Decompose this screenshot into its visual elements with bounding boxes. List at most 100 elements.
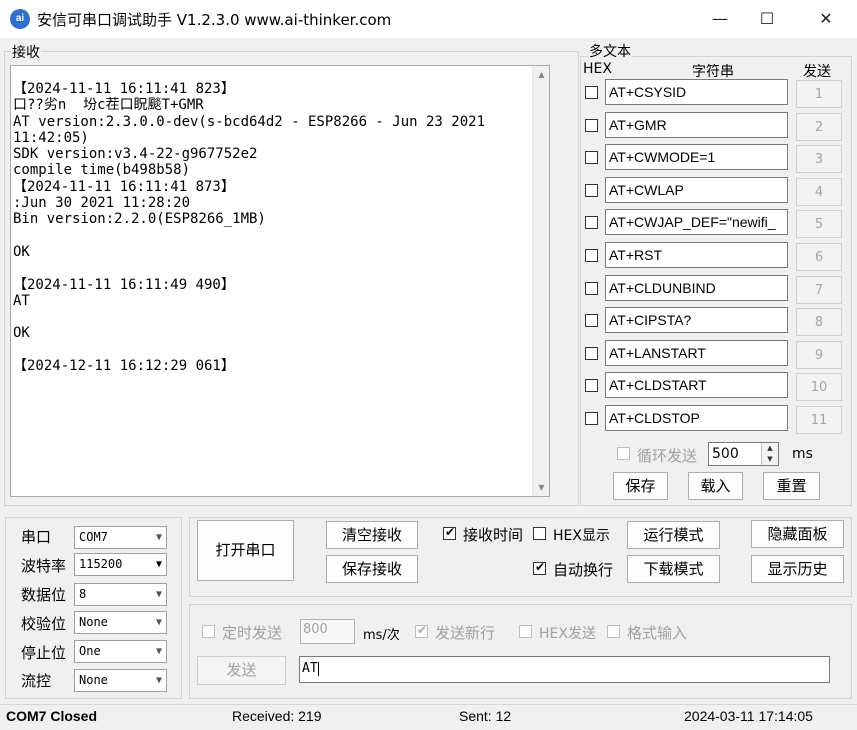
close-icon: ✕ <box>819 9 833 28</box>
multi-string-input[interactable]: AT+CSYSID <box>605 79 788 105</box>
format-input-label: 格式输入 <box>627 624 688 642</box>
hex-display-checkbox[interactable] <box>533 527 546 540</box>
multi-send-button[interactable]: 10 <box>796 373 842 402</box>
loop-send-checkbox[interactable] <box>617 447 630 460</box>
multi-hex-checkbox[interactable] <box>585 346 598 360</box>
multi-send-button[interactable]: 11 <box>796 406 842 434</box>
hide-panel-button[interactable]: 隐藏面板 <box>751 520 844 548</box>
load-multi-button[interactable]: 载入 <box>688 472 743 500</box>
minimize-icon: — <box>712 9 728 28</box>
open-port-button[interactable]: 打开串口 <box>197 520 294 581</box>
scroll-up-icon[interactable]: ▲ <box>533 66 549 83</box>
port-status: COM7 Closed <box>6 708 98 724</box>
send-group <box>189 604 852 699</box>
timed-send-label: 定时发送 <box>222 624 283 642</box>
auto-wrap-checkbox[interactable] <box>533 560 546 575</box>
multi-string-input[interactable]: AT+CLDUNBIND <box>605 274 788 301</box>
flow-control-select[interactable]: None ▼ <box>74 669 167 692</box>
receive-group-label: 接收 <box>11 42 41 62</box>
parity-label: 校验位 <box>21 615 67 633</box>
hex-column-header: HEX <box>583 61 612 77</box>
baud-label: 波特率 <box>21 557 67 575</box>
send-input-text: AT <box>302 661 318 676</box>
port-label: 串口 <box>21 528 52 546</box>
multi-hex-checkbox[interactable] <box>585 249 598 262</box>
multi-string-input[interactable]: AT+CWMODE=1 <box>605 144 788 171</box>
scroll-down-icon[interactable]: ▼ <box>533 479 549 496</box>
multi-send-button[interactable]: 2 <box>796 112 842 141</box>
send-newline-label: 发送新行 <box>435 624 496 642</box>
multi-send-button[interactable]: 1 <box>796 80 842 108</box>
flow-control-label: 流控 <box>21 672 52 690</box>
multi-hex-checkbox[interactable] <box>585 314 598 328</box>
data-bits-value: 8 <box>79 587 87 601</box>
receive-textarea[interactable]: 【2024-11-11 16:11:41 823】 口??劣n 坋c茬口眖颷T+… <box>10 65 550 497</box>
multi-string-label: 多文本 <box>588 41 632 61</box>
multi-hex-checkbox[interactable] <box>585 379 598 393</box>
multi-string-input[interactable]: AT+CWJAP_DEF="newifi_ <box>605 209 788 236</box>
multi-string-input[interactable]: AT+CLDSTART <box>605 372 788 399</box>
multi-hex-checkbox[interactable] <box>585 216 598 230</box>
close-button[interactable]: ✕ <box>803 0 849 38</box>
flow-control-value: None <box>79 673 108 687</box>
save-receive-button[interactable]: 保存接收 <box>326 555 418 583</box>
minimize-button[interactable]: — <box>697 0 743 38</box>
chevron-down-icon: ▼ <box>155 646 162 657</box>
interval-unit-label: ms/次 <box>363 628 400 643</box>
multi-hex-checkbox[interactable] <box>585 151 598 165</box>
data-bits-select[interactable]: 8 ▼ <box>74 583 167 606</box>
multi-send-button[interactable]: 9 <box>796 340 842 369</box>
text-cursor <box>317 661 319 676</box>
multi-send-button[interactable]: 7 <box>796 275 842 304</box>
maximize-button[interactable]: ☐ <box>744 0 790 38</box>
loop-interval-input[interactable]: 500 ▲ ▼ <box>708 442 779 466</box>
stop-bits-select[interactable]: One ▼ <box>74 640 167 663</box>
multi-hex-checkbox[interactable] <box>585 412 598 425</box>
run-mode-button[interactable]: 运行模式 <box>627 521 720 549</box>
receive-time-checkbox[interactable] <box>443 525 456 540</box>
multi-send-button[interactable]: 5 <box>796 210 842 239</box>
send-column-header: 发送 <box>803 64 831 80</box>
receive-scrollbar[interactable]: ▲ ▼ <box>532 66 549 496</box>
save-multi-button[interactable]: 保存 <box>613 472 668 500</box>
interval-spinner[interactable]: ▲ ▼ <box>761 443 778 465</box>
chevron-down-icon: ▼ <box>155 532 162 543</box>
multi-send-button[interactable]: 6 <box>796 243 842 271</box>
data-bits-label: 数据位 <box>21 586 67 604</box>
string-column-header: 字符串 <box>692 64 734 80</box>
baud-select[interactable]: 115200 ▼ <box>74 553 167 576</box>
multi-string-input[interactable]: AT+CIPSTA? <box>605 307 788 334</box>
received-count: Received: 219 <box>232 708 322 724</box>
multi-hex-checkbox[interactable] <box>585 183 598 197</box>
format-input-checkbox[interactable] <box>607 625 620 638</box>
multi-send-button[interactable]: 4 <box>796 177 842 206</box>
send-button[interactable]: 发送 <box>197 656 286 685</box>
window-title: 安信可串口调试助手 V1.2.3.0 www.ai-thinker.com <box>37 11 392 29</box>
clear-receive-button[interactable]: 清空接收 <box>326 521 418 549</box>
download-mode-button[interactable]: 下载模式 <box>627 555 720 583</box>
status-datetime: 2024-03-11 17:14:05 <box>684 708 813 724</box>
parity-select[interactable]: None ▼ <box>74 611 167 634</box>
multi-send-button[interactable]: 3 <box>796 145 842 174</box>
send-input[interactable]: AT <box>299 656 830 683</box>
multi-hex-checkbox[interactable] <box>585 86 598 99</box>
chevron-down-icon: ▼ <box>155 559 162 570</box>
reset-multi-button[interactable]: 重置 <box>763 472 820 500</box>
port-select[interactable]: COM7 ▼ <box>74 526 167 549</box>
send-newline-checkbox[interactable] <box>415 623 428 638</box>
show-history-button[interactable]: 显示历史 <box>751 555 844 583</box>
hex-send-checkbox[interactable] <box>519 625 532 638</box>
multi-string-input[interactable]: AT+GMR <box>605 111 788 138</box>
multi-string-input[interactable]: AT+LANSTART <box>605 339 788 366</box>
multi-hex-checkbox[interactable] <box>585 118 598 132</box>
send-interval-input[interactable]: 800 <box>300 619 355 644</box>
timed-send-checkbox[interactable] <box>202 625 215 638</box>
multi-string-input[interactable]: AT+CLDSTOP <box>605 405 788 431</box>
multi-hex-checkbox[interactable] <box>585 281 598 295</box>
chevron-down-icon: ▼ <box>155 675 162 686</box>
multi-string-input[interactable]: AT+CWLAP <box>605 176 788 203</box>
loop-unit-label: ms <box>792 446 813 462</box>
port-value: COM7 <box>79 530 108 544</box>
multi-string-input[interactable]: AT+RST <box>605 242 788 268</box>
multi-send-button[interactable]: 8 <box>796 308 842 337</box>
